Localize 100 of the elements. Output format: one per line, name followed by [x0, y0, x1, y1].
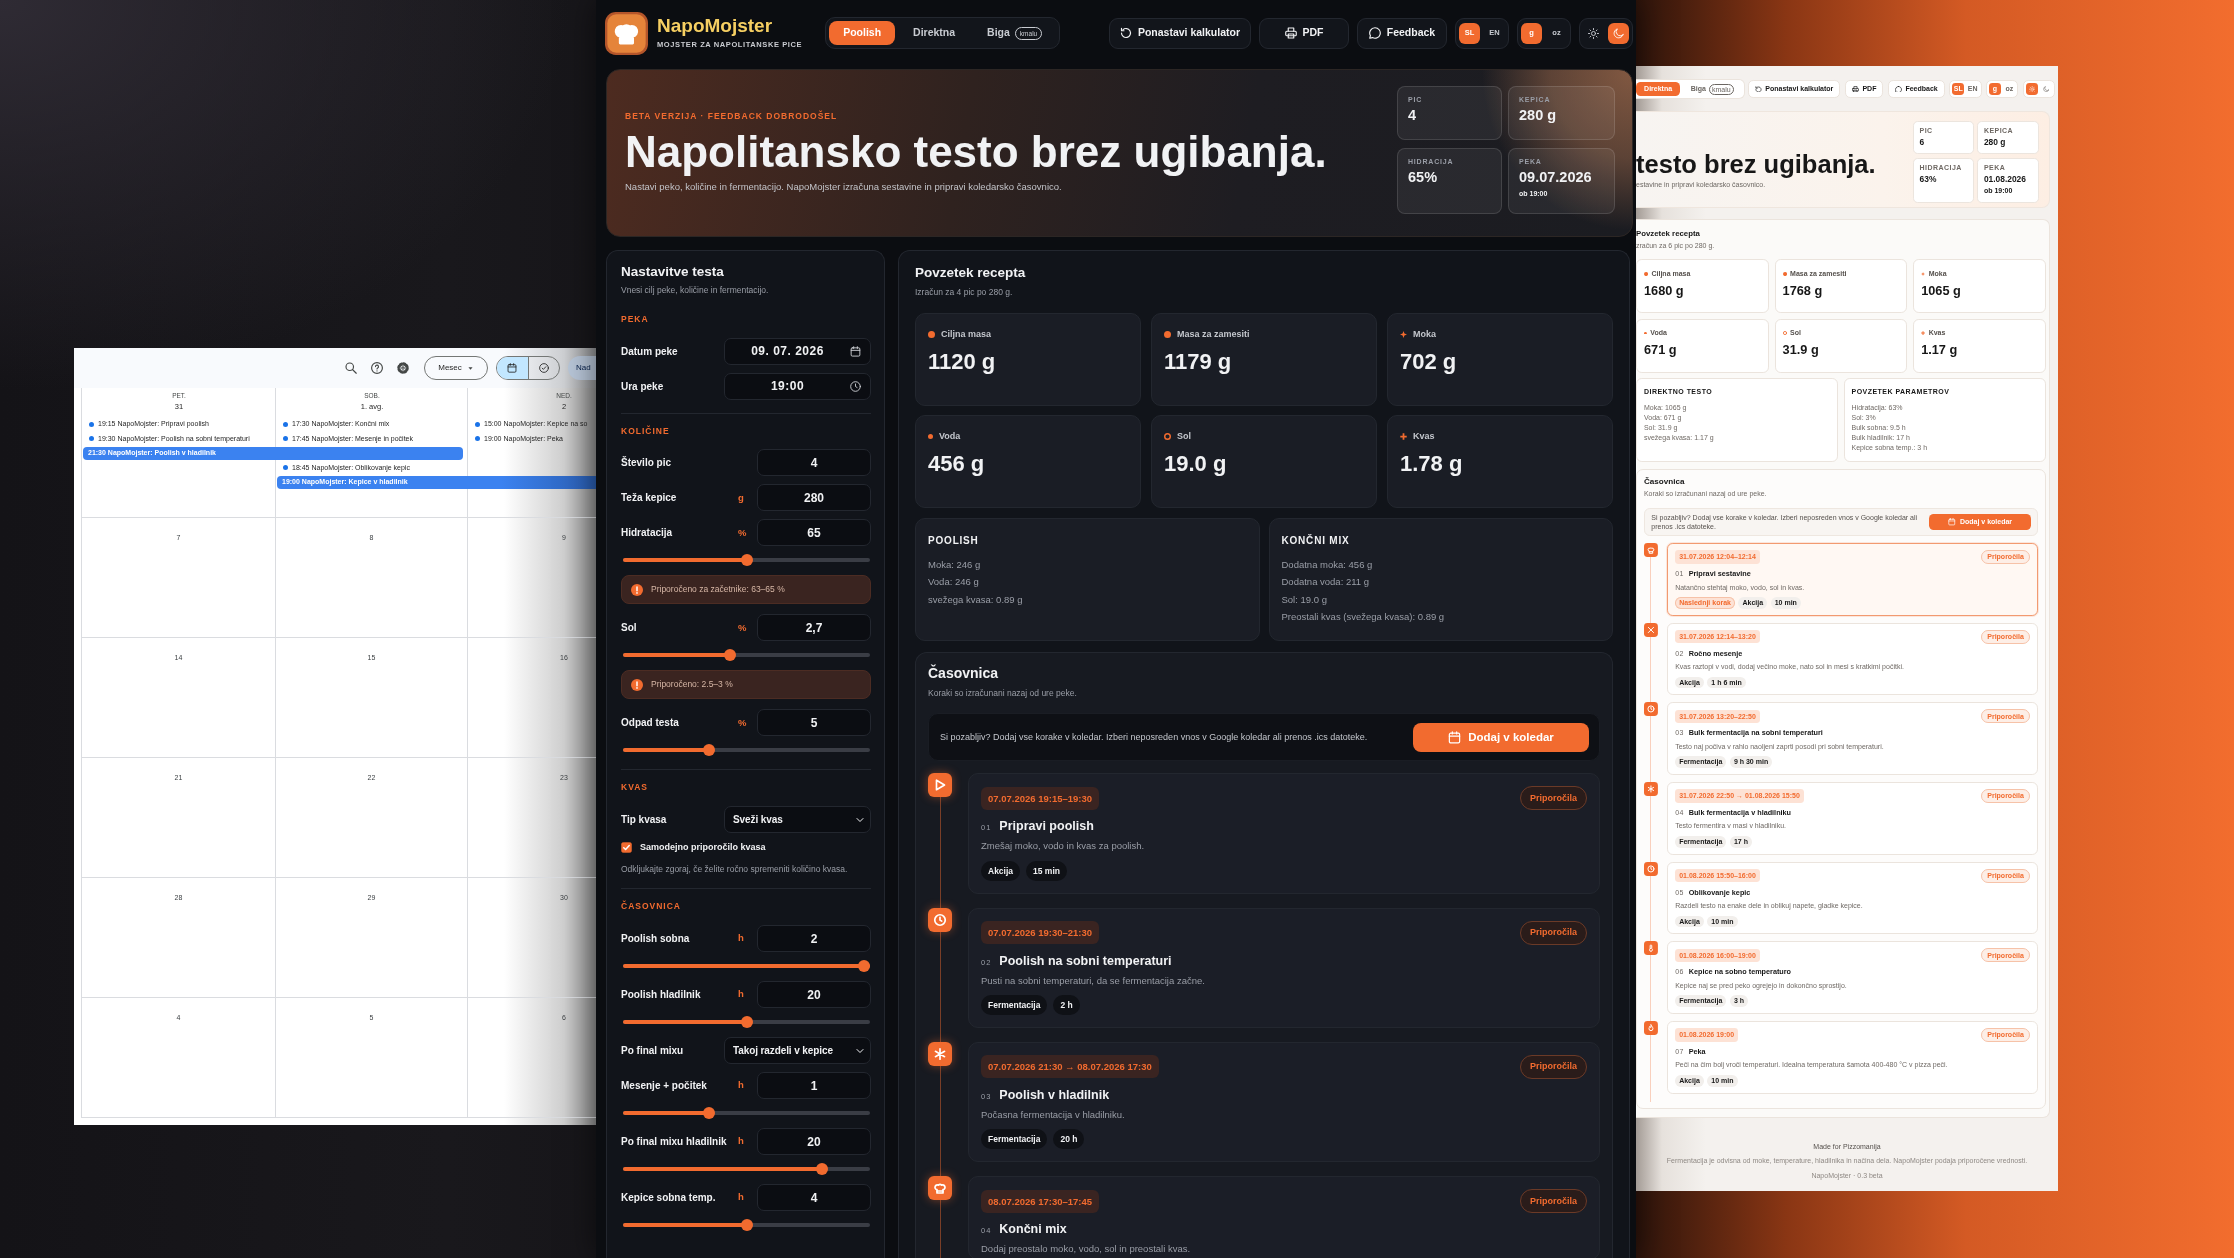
- tile-value: 702 g: [1400, 350, 1458, 375]
- number-field[interactable]: 5: [757, 709, 871, 737]
- timeline-connector: [1650, 1034, 1652, 1102]
- field-label: Poolish sobna: [621, 932, 691, 946]
- stat-value: 09.07.2026: [1519, 170, 1593, 187]
- dot-icon: [1782, 271, 1787, 276]
- slider-track[interactable]: [623, 1219, 870, 1231]
- slider-track[interactable]: [623, 744, 870, 757]
- tile-label: Masa za zamesiti: [1177, 327, 1250, 341]
- select-field[interactable]: Sveži kvas: [724, 806, 871, 833]
- checkbox[interactable]: [621, 842, 632, 854]
- view-toggle-option[interactable]: [497, 357, 528, 379]
- stat-value: 280 g: [1983, 138, 2007, 148]
- field-label: Teža kepice: [621, 491, 678, 506]
- clock-icon: [1643, 702, 1658, 717]
- number-field[interactable]: 2,7: [757, 614, 871, 642]
- number-field[interactable]: 20: [757, 981, 871, 1008]
- number-field[interactable]: 2: [757, 925, 871, 952]
- tag-chip: 2 h: [1053, 995, 1080, 1015]
- pdf-button[interactable]: PDF: [1259, 17, 1349, 49]
- reset-button[interactable]: Ponastavi kalkulator: [1108, 17, 1251, 49]
- slider-thumb[interactable]: [740, 1219, 753, 1231]
- search-icon[interactable]: [345, 362, 357, 374]
- step-description: Počasna fermentacija v hladilniku.: [981, 1108, 1126, 1122]
- slider-thumb[interactable]: [740, 554, 753, 567]
- settings-icon[interactable]: [397, 362, 409, 374]
- play-icon: [928, 773, 952, 798]
- slider-thumb[interactable]: [724, 649, 737, 662]
- date-field[interactable]: 09. 07. 2026: [724, 337, 871, 365]
- hint-text: Priporočeno za začetnike: 63–65 %: [651, 583, 785, 597]
- select-field[interactable]: Takoj razdeli v kepice: [724, 1037, 871, 1064]
- tips-button[interactable]: Priporočila: [1520, 1189, 1587, 1214]
- tile-value: 19.0 g: [1164, 452, 1228, 477]
- sparkle-icon: [1921, 271, 1926, 276]
- chat-bubble-icon: [1895, 85, 1902, 93]
- hint-text: Priporočeno: 2.5–3 %: [651, 678, 733, 692]
- timeline-connector: [1650, 955, 1652, 1023]
- slider-thumb[interactable]: [740, 1016, 753, 1028]
- tile-label: Kvas: [1413, 429, 1435, 443]
- step-title: Poolish v hladilnik: [999, 1088, 1110, 1103]
- moon-icon: [2043, 85, 2050, 93]
- stat-value: 01.08.2026: [1983, 175, 2027, 185]
- slider-track[interactable]: [623, 960, 870, 972]
- slider-track[interactable]: [623, 649, 870, 662]
- event-dot-icon: [283, 421, 288, 427]
- breakdown-line: svežega kvasa: 0.89 g: [928, 592, 1024, 607]
- breakdown-line: Voda: 246 g: [928, 575, 980, 590]
- tips-button[interactable]: Priporočila: [1520, 786, 1587, 811]
- hero-subtitle: Nastavi peko, količine in fermentacijo. NapoMojster izračuna sestavine in pripravi koledarsko časovnico.: [625, 180, 1063, 195]
- chat-bubble-icon: [1368, 27, 1381, 39]
- field-label: Kepice sobna temp.: [621, 1191, 717, 1205]
- unit-label: h: [738, 1078, 745, 1093]
- sun-icon: [1588, 27, 1599, 39]
- caret-down-icon: [466, 365, 474, 371]
- moon-icon: [1613, 27, 1624, 39]
- slider-track[interactable]: [623, 1107, 870, 1119]
- dot-icon: [928, 434, 933, 440]
- chef-hat-icon: [928, 1176, 952, 1201]
- reset-icon: [1119, 27, 1132, 39]
- clock-icon: [1643, 861, 1658, 876]
- unit-label: h: [738, 1134, 745, 1149]
- tile-label: Voda: [939, 429, 961, 443]
- feedback-button[interactable]: Feedback: [1357, 17, 1447, 49]
- slider-thumb[interactable]: [815, 1163, 828, 1175]
- event-dot-icon: [89, 421, 94, 427]
- panel-title: Časovnica: [1643, 476, 1686, 487]
- number-field[interactable]: 4: [757, 449, 871, 477]
- panel-title: Časovnica: [928, 664, 1000, 682]
- theme-option[interactable]: [1608, 22, 1629, 44]
- tag-chip: 15 min: [1026, 860, 1067, 881]
- slider-track[interactable]: [623, 1163, 870, 1175]
- tips-button[interactable]: Priporočila: [1520, 1055, 1587, 1079]
- cross-icon: [1643, 622, 1658, 637]
- hero-title: Napolitansko testo brez ugibanja.: [625, 127, 1328, 177]
- toolbar-button[interactable]: Nad: [568, 356, 597, 380]
- section-heading: ČASOVNICA: [621, 900, 682, 913]
- slider-thumb[interactable]: [702, 1107, 715, 1119]
- help-icon[interactable]: [371, 362, 383, 374]
- method-tab[interactable]: Direktna: [899, 21, 970, 45]
- number-field[interactable]: 1: [757, 1072, 871, 1099]
- calendar-icon: [507, 363, 518, 373]
- flame-icon: [1643, 1020, 1658, 1035]
- section-heading: KOLIČINE: [621, 424, 671, 438]
- tile-value: 31.9 g: [1782, 343, 1820, 358]
- step-description: Pusti na sobni temperaturi, da se fermentacija začne.: [981, 973, 1206, 988]
- slider-track[interactable]: [623, 554, 870, 567]
- number-field[interactable]: 4: [757, 1184, 871, 1211]
- tile-label: Sol: [1177, 429, 1191, 443]
- time-field[interactable]: 19:00: [724, 372, 871, 400]
- number-field[interactable]: 20: [757, 1128, 871, 1155]
- plus-icon: [1921, 330, 1926, 335]
- tips-button[interactable]: Priporočila: [1520, 920, 1587, 945]
- banner-text: Si pozabljiv? Dodaj vse korake v koledar. Izberi neposreden vnos v Google koledar ali prenos .ics datoteke.: [940, 730, 1368, 744]
- tile-value: 1.17 g: [1921, 343, 1959, 358]
- slider-thumb[interactable]: [858, 960, 870, 972]
- field-label: Po final mixu: [621, 1044, 685, 1058]
- slider-track[interactable]: [623, 1016, 870, 1028]
- number-field[interactable]: 65: [757, 519, 871, 547]
- number-field[interactable]: 280: [757, 484, 871, 512]
- slider-thumb[interactable]: [702, 744, 715, 757]
